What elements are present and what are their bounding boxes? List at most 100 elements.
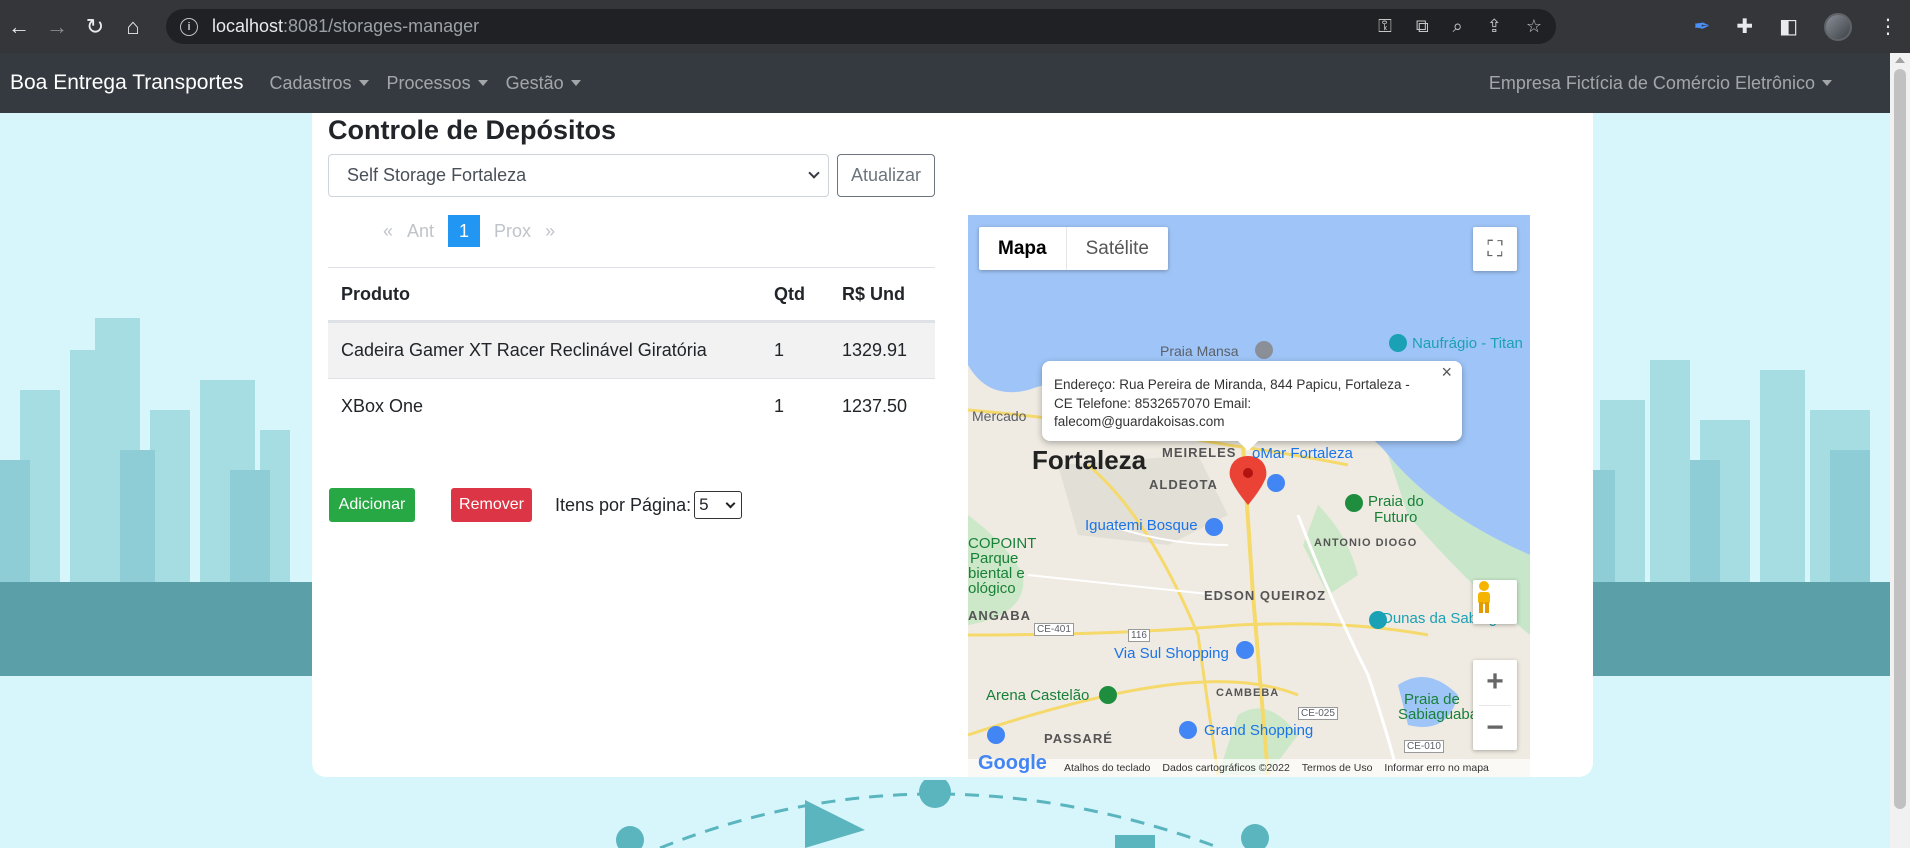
page-scrollbar[interactable]: [1890, 53, 1910, 848]
map-label-ce401: CE-401: [1034, 623, 1074, 636]
refresh-button[interactable]: Atualizar: [837, 154, 935, 197]
map-label-cocoparque-4: ológico: [968, 580, 1016, 597]
storage-panel: Controle de Depósitos Self Storage Forta…: [312, 113, 1593, 777]
items-per-page-select[interactable]: 5: [694, 491, 743, 519]
map-type-satellite-button[interactable]: Satélite: [1067, 227, 1168, 270]
items-per-page-label: Itens por Página:: [555, 494, 692, 515]
caret-down-icon: [570, 80, 581, 86]
products-table: Produto Qtd R$ Und Cadeira Gamer XT Race…: [328, 267, 935, 434]
map-label-grand-shopping: Grand Shopping: [1204, 722, 1314, 739]
map-label-ce010: CE-010: [1404, 740, 1444, 753]
zoom-in-icon[interactable]: +: [1473, 660, 1517, 705]
company-label: Empresa Fictícia de Comércio Eletrônico: [1488, 72, 1815, 93]
map-label-br116: 116: [1128, 629, 1150, 642]
map-label-ce025: CE-025: [1298, 707, 1338, 720]
scroll-up-arrow-icon[interactable]: [1895, 57, 1905, 63]
caret-down-icon: [358, 80, 369, 86]
zoom-icon[interactable]: ⌕: [1453, 16, 1463, 37]
translate-icon[interactable]: ⧉: [1416, 16, 1429, 37]
map-label-passare: PASSARÉ: [1044, 731, 1113, 746]
map-label-praia-mansa: Praia Mansa: [1160, 343, 1239, 359]
nav-gestao[interactable]: Gestão: [506, 73, 581, 94]
forward-icon[interactable]: →: [38, 8, 76, 46]
map-type-control: Mapa Satélite: [979, 227, 1168, 270]
map-label-fortaleza: Fortaleza: [1032, 445, 1147, 475]
map-label-angaba: ANGABA: [968, 608, 1032, 623]
google-map[interactable]: Praia Mansa Naufrágio - Titan Mercado ME…: [968, 215, 1530, 777]
google-logo[interactable]: Google: [978, 752, 1047, 775]
fullscreen-icon[interactable]: ⛶: [1473, 227, 1517, 271]
report-error-link[interactable]: Informar erro no mapa: [1384, 762, 1488, 774]
side-panel-icon[interactable]: ◧: [1779, 14, 1798, 39]
street-view-pegman-icon[interactable]: [1473, 580, 1517, 624]
site-info-icon[interactable]: i: [180, 17, 198, 36]
storage-select-value: Self Storage Fortaleza: [347, 165, 527, 185]
map-label-cambeba: CAMBEBA: [1216, 687, 1280, 699]
app-navbar: Boa Entrega Transportes Cadastros Proces…: [0, 53, 1890, 113]
chevron-down-icon: [725, 498, 736, 509]
table-row[interactable]: XBox One 1 1237.50: [328, 378, 935, 434]
caret-down-icon: [1822, 80, 1832, 86]
table-row[interactable]: Cadeira Gamer XT Racer Reclinável Girató…: [328, 322, 935, 378]
company-dropdown[interactable]: Empresa Fictícia de Comércio Eletrônico: [1489, 53, 1832, 113]
nav-processos[interactable]: Processos: [387, 73, 488, 94]
keyboard-shortcuts-link[interactable]: Atalhos do teclado: [1064, 762, 1150, 774]
add-button[interactable]: Adicionar: [329, 488, 415, 522]
remove-button[interactable]: Remover: [451, 488, 532, 522]
map-footer: Atalhos do teclado Dados cartográficos ©…: [968, 759, 1530, 777]
pager-prev[interactable]: Ant: [407, 221, 434, 242]
nav-cadastros[interactable]: Cadastros: [269, 72, 369, 94]
url-text: localhost:8081/storages-manager: [212, 16, 479, 37]
cell-price: 1329.91: [842, 340, 908, 360]
map-label-meireles: MEIRELES: [1162, 445, 1237, 460]
map-label-praia-sab-2: Sabiaguaba: [1398, 706, 1479, 723]
extensions-area: ✒ ✚ ◧ ⋮: [1694, 9, 1898, 44]
pegman-figure-icon: [1478, 581, 1490, 613]
map-type-map-button[interactable]: Mapa: [979, 227, 1067, 270]
extension-feather-icon[interactable]: ✒: [1694, 14, 1711, 39]
items-per-page: Itens por Página: 5: [555, 489, 743, 521]
table-header-row: Produto Qtd R$ Und: [328, 267, 935, 322]
map-label-praia-futuro-1: Praia do: [1368, 493, 1424, 510]
map-label-naufragio: Naufrágio - Titan: [1412, 335, 1523, 352]
map-label-edson-queiroz: EDSON QUEIROZ: [1204, 588, 1327, 603]
close-icon[interactable]: ×: [1441, 363, 1452, 382]
storage-select[interactable]: Self Storage Fortaleza: [328, 154, 829, 197]
menu-dots-icon[interactable]: ⋮: [1878, 14, 1898, 39]
url-path: :8081/storages-manager: [283, 16, 480, 36]
map-info-window: Endereço: Rua Pereira de Miranda, 844 Pa…: [1042, 361, 1462, 451]
map-label-arena: Arena Castelão: [986, 687, 1090, 704]
brand-link[interactable]: Boa Entrega Transportes: [10, 71, 243, 95]
back-icon[interactable]: ←: [0, 8, 38, 46]
profile-avatar[interactable]: [1824, 12, 1852, 41]
map-label-antonio-diogo: ANTONIO DIOGO: [1314, 537, 1418, 549]
home-icon[interactable]: ⌂: [114, 8, 152, 46]
nav-gestao-label: Gestão: [505, 72, 564, 93]
scroll-thumb[interactable]: [1894, 69, 1906, 809]
page-title: Controle de Depósitos: [328, 115, 617, 145]
pager-current-page[interactable]: 1: [448, 215, 481, 247]
cell-product: Cadeira Gamer XT Racer Reclinável Girató…: [341, 340, 707, 360]
nav-cadastros-label: Cadastros: [269, 72, 352, 93]
chevron-down-icon: [808, 167, 820, 179]
cell-price: 1237.50: [842, 396, 908, 416]
share-icon[interactable]: ⇪: [1487, 16, 1502, 37]
pager-first[interactable]: «: [383, 221, 393, 242]
browser-toolbar: ← → ↻ ⌂ i localhost:8081/storages-manage…: [0, 0, 1910, 53]
map-label-iguatemi: Iguatemi Bosque: [1085, 517, 1198, 534]
pager-last[interactable]: »: [545, 221, 555, 242]
extensions-puzzle-icon[interactable]: ✚: [1736, 14, 1753, 39]
map-label-mercado: Mercado: [972, 408, 1027, 424]
terms-link[interactable]: Termos de Uso: [1302, 762, 1373, 774]
key-icon[interactable]: ⚿: [1378, 16, 1392, 37]
address-bar[interactable]: i localhost:8081/storages-manager ⚿ ⧉ ⌕ …: [166, 9, 1556, 44]
background-route-decoration: [616, 780, 1269, 848]
header-qtd: Qtd: [774, 283, 805, 304]
pager-next[interactable]: Prox: [494, 221, 531, 242]
nav-processos-label: Processos: [386, 72, 471, 93]
map-data-text: Dados cartográficos ©2022: [1162, 762, 1290, 774]
reload-icon[interactable]: ↻: [76, 8, 114, 46]
bookmark-star-icon[interactable]: ☆: [1526, 16, 1542, 37]
header-produto: Produto: [341, 283, 410, 304]
zoom-out-icon[interactable]: −: [1473, 705, 1517, 750]
